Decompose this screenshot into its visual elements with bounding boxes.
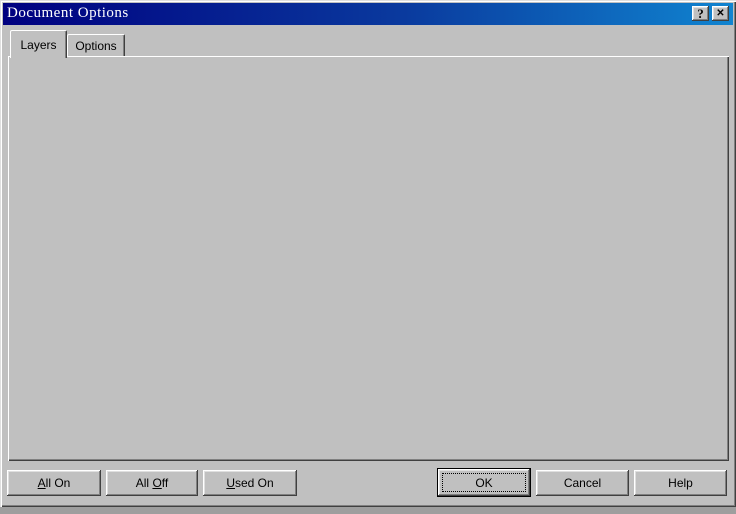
document-options-dialog: Document Options ? ✕ Layers Options Sign…: [0, 0, 736, 507]
x-icon: ✕: [716, 8, 724, 19]
help-button[interactable]: Help: [634, 470, 727, 496]
window-title: Document Options: [7, 5, 129, 22]
cancel-button[interactable]: Cancel: [536, 470, 629, 496]
all-on-button[interactable]: All On: [7, 470, 101, 496]
question-mark-icon: ?: [697, 6, 704, 22]
close-icon[interactable]: ✕: [712, 6, 729, 21]
help-button-label: Help: [668, 476, 693, 490]
tab-options[interactable]: Options: [67, 34, 125, 56]
tab-layers[interactable]: Layers: [10, 30, 67, 58]
title-bar[interactable]: Document Options ? ✕: [3, 3, 733, 25]
used-on-button[interactable]: Used On: [203, 470, 297, 496]
cancel-button-label: Cancel: [564, 476, 601, 490]
help-icon[interactable]: ?: [692, 6, 709, 21]
layers-tab-panel: [8, 56, 729, 461]
ok-button-label: OK: [475, 476, 492, 490]
all-off-button[interactable]: All Off: [106, 470, 198, 496]
ok-button[interactable]: OK: [437, 468, 531, 497]
tab-options-label: Options: [75, 39, 116, 53]
tab-layers-label: Layers: [20, 38, 56, 52]
